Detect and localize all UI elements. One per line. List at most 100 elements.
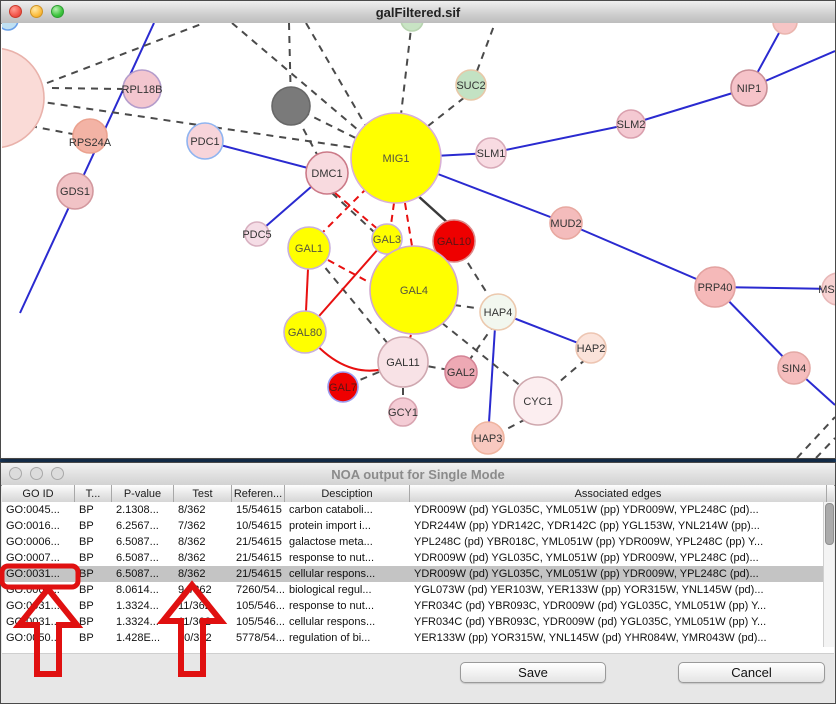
network-edge[interactable] <box>52 88 123 89</box>
cell: 15/54615 <box>232 504 285 516</box>
table-row[interactable]: GO:0045...BP2.1308...8/36215/54615carbon… <box>2 502 827 518</box>
node-SUC2[interactable]: SUC2 <box>456 70 486 100</box>
minimize-button[interactable] <box>30 467 43 480</box>
table-row[interactable]: GO:0006...BP6.5087...8/36221/54615galact… <box>2 534 827 550</box>
table-row[interactable]: GO:0031...BP6.5087...8/36221/54615cellul… <box>2 566 827 582</box>
cell: YDR009W (pd) YGL035C, YML051W (pp) YDR00… <box>410 504 827 516</box>
node-SLM2[interactable]: SLM2 <box>617 110 646 138</box>
node-label: CYC1 <box>523 396 552 408</box>
network-edge[interactable] <box>816 438 835 458</box>
node-GAL4[interactable]: GAL4 <box>370 246 458 334</box>
node-label: PRP40 <box>698 282 733 294</box>
node-GDS1[interactable]: GDS1 <box>57 173 93 209</box>
node-HAP2[interactable]: HAP2 <box>576 333 606 363</box>
node-MUD2[interactable]: MUD2 <box>550 207 582 239</box>
results-table: GO:0045...BP2.1308...8/36215/54615carbon… <box>2 502 827 647</box>
table-row[interactable]: GO:0065...BP8.0614...94/3627260/54...bio… <box>2 582 827 598</box>
node-MIG1[interactable]: MIG1 <box>351 113 441 203</box>
node-label: GCY1 <box>388 407 418 419</box>
network-window-title: galFiltered.sif <box>376 5 461 20</box>
node-NIP1[interactable]: NIP1 <box>731 70 767 106</box>
network-window-titlebar[interactable]: galFiltered.sif <box>1 1 835 24</box>
node-label: NIP1 <box>737 83 761 95</box>
network-edge[interactable] <box>20 23 154 313</box>
node-RPL18B[interactable]: RPL18B <box>122 70 163 108</box>
node-CYC1[interactable]: CYC1 <box>514 377 562 425</box>
node-GAL80[interactable]: GAL80 <box>284 311 326 353</box>
network-edge[interactable] <box>428 97 465 126</box>
network-edge[interactable] <box>320 188 367 235</box>
node-GAL7[interactable]: GAL7 <box>328 372 358 402</box>
network-edge[interactable] <box>566 223 715 287</box>
cell: GO:0007... <box>2 552 75 564</box>
minimize-button[interactable] <box>30 5 43 18</box>
table-row[interactable]: GO:0031...BP1.3324...11/362105/546...res… <box>2 598 827 614</box>
zoom-button[interactable] <box>51 5 64 18</box>
cell: carbon cataboli... <box>285 504 410 516</box>
node-GCY1[interactable]: GCY1 <box>388 398 418 426</box>
node-corner-cut[interactable] <box>2 23 18 30</box>
network-edge[interactable] <box>477 23 495 71</box>
network-edge[interactable] <box>488 312 496 438</box>
column-header-referen-[interactable]: Referen... <box>232 485 285 502</box>
column-header-p-value[interactable]: P-value <box>112 485 174 502</box>
node-SIN4[interactable]: SIN4 <box>778 352 810 384</box>
node-SLM1[interactable]: SLM1 <box>476 138 506 168</box>
save-button[interactable]: Save <box>460 662 606 683</box>
close-button[interactable] <box>9 467 22 480</box>
network-edge[interactable] <box>491 124 631 153</box>
table-row[interactable]: GO:0050...BP1.428E...80/3625778/54...reg… <box>2 630 827 646</box>
node-label: SIN4 <box>782 363 806 375</box>
column-header-go-id[interactable]: GO ID <box>2 485 75 502</box>
noa-traffic-lights <box>9 467 64 480</box>
node-label: GDS1 <box>60 186 90 198</box>
cancel-button[interactable]: Cancel <box>678 662 825 683</box>
cell: YDR009W (pd) YGL035C, YML051W (pp) YDR00… <box>410 568 827 580</box>
network-edge[interactable] <box>405 203 412 246</box>
cell: 8.0614... <box>112 584 174 596</box>
node-RPS24A[interactable]: RPS24A <box>69 119 112 153</box>
noa-window-titlebar[interactable]: NOA output for Single Mode <box>1 463 835 486</box>
cell: BP <box>75 536 112 548</box>
node-PDC1[interactable]: PDC1 <box>187 123 223 159</box>
node-HAP3[interactable]: HAP3 <box>472 422 504 454</box>
column-header-test[interactable]: Test <box>174 485 232 502</box>
network-edge[interactable] <box>417 195 448 223</box>
node-big-left[interactable] <box>2 48 44 148</box>
cell: BP <box>75 520 112 532</box>
table-scrollbar[interactable] <box>823 502 834 647</box>
table-row[interactable]: GO:0016...BP6.2567...7/36210/54615protei… <box>2 518 827 534</box>
column-header-associated-edges[interactable]: Associated edges <box>410 485 827 502</box>
node-MSI-cut[interactable]: MSI <box>818 273 835 305</box>
cell: 8/362 <box>174 536 232 548</box>
node-gray-node[interactable] <box>272 87 310 125</box>
network-edge[interactable] <box>30 126 78 135</box>
cell: 80/362 <box>174 632 232 644</box>
node-pink-cut[interactable] <box>773 23 797 34</box>
network-edge[interactable] <box>306 23 370 133</box>
network-edge[interactable] <box>400 23 412 123</box>
node-GAL11[interactable]: GAL11 <box>378 337 428 387</box>
node-green-cut[interactable] <box>401 23 423 31</box>
cell: YFR034C (pd) YBR093C, YDR009W (pd) YGL03… <box>410 616 827 628</box>
noa-footer: Save Cancel <box>2 653 834 702</box>
table-row[interactable]: GO:0007...BP6.5087...8/36221/54615respon… <box>2 550 827 566</box>
scrollbar-thumb[interactable] <box>825 503 834 545</box>
node-DMC1[interactable]: DMC1 <box>306 152 348 194</box>
node-label: PDC1 <box>190 136 219 148</box>
node-PRP40[interactable]: PRP40 <box>695 267 735 307</box>
network-edge[interactable] <box>797 417 835 458</box>
network-edge[interactable] <box>47 23 204 83</box>
close-button[interactable] <box>9 5 22 18</box>
node-GAL2[interactable]: GAL2 <box>445 356 477 388</box>
table-row[interactable]: GO:0031...BP1.3324...11/362105/546...cel… <box>2 614 827 630</box>
node-GAL1[interactable]: GAL1 <box>288 227 330 269</box>
cell: regulation of bi... <box>285 632 410 644</box>
column-header-desciption[interactable]: Desciption <box>285 485 410 502</box>
network-canvas[interactable]: RPL18B RPS24A GDS1 PDC1 DMC1MIG1 SLM1 SLM2 NIP1… <box>2 23 835 458</box>
cell: response to nut... <box>285 600 410 612</box>
column-header-t-[interactable]: T... <box>75 485 112 502</box>
cell: 1.3324... <box>112 600 174 612</box>
zoom-button[interactable] <box>51 467 64 480</box>
node-HAP4[interactable]: HAP4 <box>480 294 516 330</box>
